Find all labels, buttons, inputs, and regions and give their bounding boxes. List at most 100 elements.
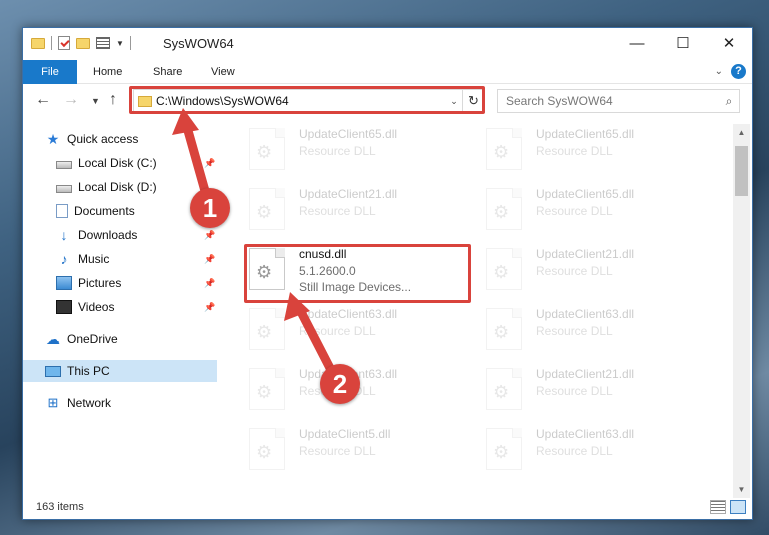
window-title: SysWOW64 xyxy=(163,36,234,51)
sidebar-item-local-disk-c[interactable]: Local Disk (C:) 📌 xyxy=(56,152,219,174)
up-arrow-icon[interactable]: ↑ xyxy=(109,91,117,109)
navigation-pane: ★ Quick access Local Disk (C:) 📌 Local D… xyxy=(23,124,219,498)
new-folder-icon[interactable] xyxy=(76,37,90,49)
pin-icon[interactable]: 📌 xyxy=(204,296,215,318)
file-name: UpdateClient63.dll xyxy=(299,307,398,321)
sidebar-item-label: Network xyxy=(67,396,112,410)
tiles-view-icon[interactable] xyxy=(730,500,746,514)
sidebar-item-label: Local Disk (D:) xyxy=(78,180,157,194)
pictures-icon xyxy=(56,276,72,290)
close-button[interactable]: ✕ xyxy=(706,28,752,58)
file-item[interactable]: ⚙ UpdateClient65.dll Resource DLL xyxy=(247,124,467,176)
details-view-icon[interactable] xyxy=(710,500,726,514)
dll-file-icon: ⚙ xyxy=(249,368,285,410)
sidebar-item-pictures[interactable]: Pictures 📌 xyxy=(56,272,219,294)
file-item[interactable]: ⚙ UpdateClient63.dll Resource DLL xyxy=(484,424,704,476)
toolbar-divider xyxy=(51,36,52,50)
file-item[interactable]: ⚙ UpdateClient21.dll Resource DLL xyxy=(247,184,467,236)
scroll-up-arrow-icon[interactable]: ▲ xyxy=(733,124,750,141)
quick-access-toolbar: ▼ xyxy=(31,36,131,50)
sidebar-item-this-pc[interactable]: This PC xyxy=(23,360,217,382)
file-item[interactable]: ⚙ UpdateClient21.dll Resource DLL xyxy=(484,244,704,296)
sidebar-item-music[interactable]: ♪ Music 📌 xyxy=(56,248,219,270)
file-item[interactable]: ⚙ UpdateClient5.dll Resource DLL xyxy=(247,424,467,476)
sidebar-item-onedrive[interactable]: ☁ OneDrive xyxy=(45,328,118,350)
sidebar-item-label: Videos xyxy=(78,300,115,314)
sidebar-item-network[interactable]: ⊞ Network xyxy=(45,392,111,414)
file-description: Resource DLL xyxy=(299,444,376,458)
minimize-button[interactable]: — xyxy=(614,28,660,58)
sidebar-item-label: OneDrive xyxy=(67,332,118,346)
pin-icon[interactable]: 📌 xyxy=(204,248,215,270)
recent-locations-chevron-icon[interactable]: ▼ xyxy=(91,96,100,106)
file-item[interactable]: ⚙ UpdateClient65.dll Resource DLL xyxy=(484,124,704,176)
sidebar-item-quick-access[interactable]: ★ Quick access xyxy=(45,128,139,150)
tab-share[interactable]: Share xyxy=(141,60,194,84)
search-placeholder: Search SysWOW64 xyxy=(506,94,613,108)
file-item[interactable]: ⚙ UpdateClient63.dll Resource DLL xyxy=(247,304,467,356)
tab-view[interactable]: View xyxy=(199,60,247,84)
sidebar-item-label: Music xyxy=(78,252,110,266)
folder-icon xyxy=(31,37,45,49)
file-description: Resource DLL xyxy=(299,144,376,158)
dll-file-icon: ⚙ xyxy=(486,128,522,170)
view-toggle xyxy=(710,500,746,514)
step-2-callout: 2 xyxy=(320,364,360,404)
item-count: 163 items xyxy=(36,501,84,513)
file-item[interactable]: ⚙ UpdateClient63.dll Resource DLL xyxy=(484,304,704,356)
tab-file[interactable]: File xyxy=(23,60,77,84)
dll-file-icon: ⚙ xyxy=(249,428,285,470)
maximize-button[interactable]: ☐ xyxy=(660,28,706,58)
view-options-icon[interactable] xyxy=(96,37,110,49)
file-description: Resource DLL xyxy=(299,324,376,338)
file-name: UpdateClient21.dll xyxy=(536,367,635,381)
search-icon[interactable]: ⌕ xyxy=(719,94,739,109)
file-name: UpdateClient21.dll xyxy=(299,187,398,201)
pin-icon[interactable]: 📌 xyxy=(204,152,215,174)
gear-icon: ⚙ xyxy=(256,322,273,342)
gear-icon: ⚙ xyxy=(493,202,510,222)
ribbon-tabs: File Home Share View ⌄ ? xyxy=(23,60,752,84)
expand-ribbon-chevron-icon[interactable]: ⌄ xyxy=(715,66,723,77)
videos-icon xyxy=(56,300,72,314)
step-1-callout: 1 xyxy=(190,188,230,228)
file-description: Resource DLL xyxy=(536,144,613,158)
dll-file-icon: ⚙ xyxy=(249,308,285,350)
help-icon[interactable]: ? xyxy=(731,64,746,79)
file-explorer-window: ▼ SysWOW64 — ☐ ✕ File Home Share View ⌄ … xyxy=(22,27,753,520)
window-controls: — ☐ ✕ xyxy=(614,28,752,58)
scroll-thumb[interactable] xyxy=(735,146,748,196)
vertical-scrollbar[interactable]: ▲ ▼ xyxy=(733,124,750,498)
scroll-down-arrow-icon[interactable]: ▼ xyxy=(733,481,750,498)
gear-icon: ⚙ xyxy=(256,442,273,462)
customize-toolbar-chevron-icon[interactable]: ▼ xyxy=(116,39,124,48)
back-arrow-icon[interactable]: ← xyxy=(35,91,51,109)
sidebar-item-label: Documents xyxy=(74,204,135,218)
file-description: Resource DLL xyxy=(299,204,376,218)
properties-icon[interactable] xyxy=(58,36,70,50)
sidebar-item-label: This PC xyxy=(67,364,110,378)
file-name: UpdateClient63.dll xyxy=(536,307,635,321)
dll-file-icon: ⚙ xyxy=(486,428,522,470)
sidebar-item-videos[interactable]: Videos 📌 xyxy=(56,296,219,318)
file-item[interactable]: ⚙ UpdateClient21.dll Resource DLL xyxy=(484,364,704,416)
sidebar-item-label: Local Disk (C:) xyxy=(78,156,157,170)
forward-arrow-icon[interactable]: → xyxy=(63,91,79,109)
disk-icon xyxy=(56,184,72,193)
disk-icon xyxy=(56,160,72,169)
file-name: UpdateClient65.dll xyxy=(536,127,635,141)
network-icon: ⊞ xyxy=(47,395,59,410)
tab-home[interactable]: Home xyxy=(81,60,134,84)
file-description: Resource DLL xyxy=(536,444,613,458)
pin-icon[interactable]: 📌 xyxy=(204,272,215,294)
gear-icon: ⚙ xyxy=(493,442,510,462)
file-name: UpdateClient21.dll xyxy=(536,247,635,261)
file-list: ⚙ UpdateClient65.dll Resource DLL ⚙ Upda… xyxy=(239,124,734,499)
search-box[interactable]: Search SysWOW64 ⌕ xyxy=(497,89,740,113)
sidebar-item-downloads[interactable]: ↓ Downloads 📌 xyxy=(56,224,219,246)
file-description: Resource DLL xyxy=(536,384,613,398)
file-name: UpdateClient63.dll xyxy=(536,427,635,441)
file-name: UpdateClient65.dll xyxy=(299,127,398,141)
gear-icon: ⚙ xyxy=(493,322,510,342)
file-item[interactable]: ⚙ UpdateClient65.dll Resource DLL xyxy=(484,184,704,236)
